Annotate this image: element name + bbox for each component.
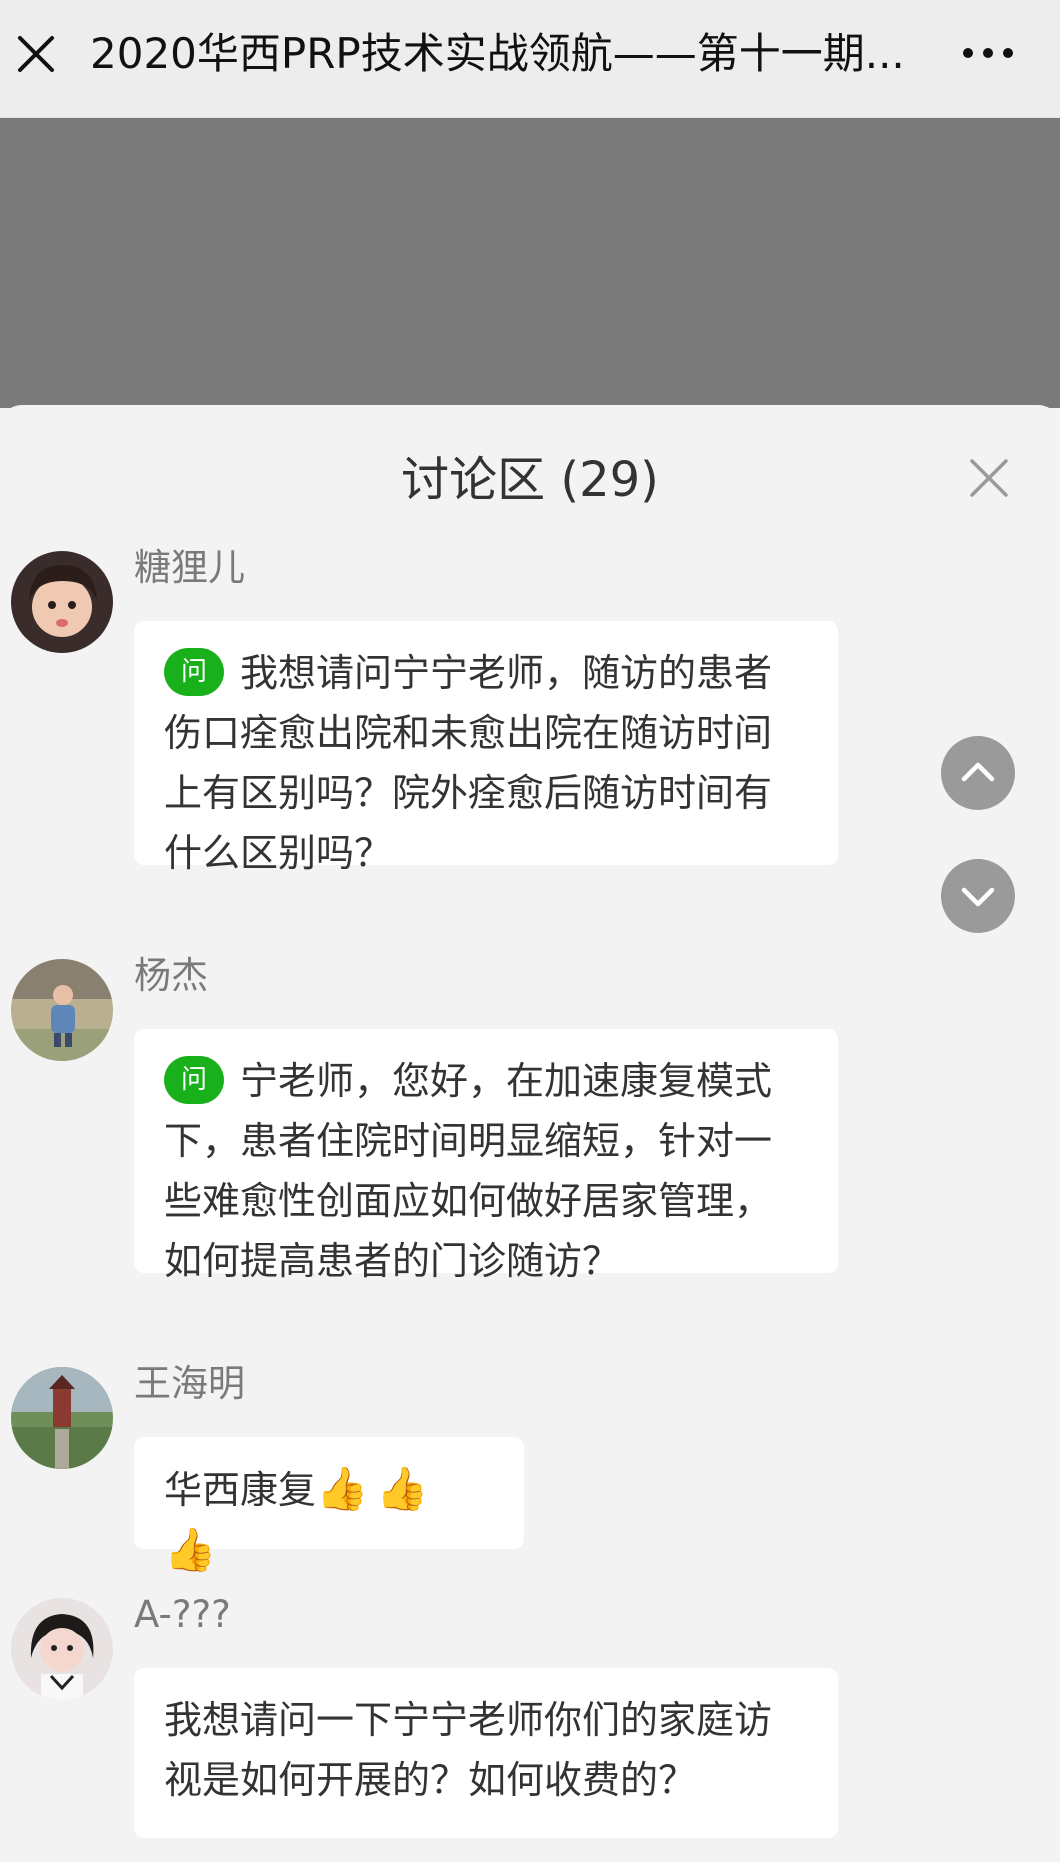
close-icon[interactable] (16, 34, 56, 74)
chevron-up-icon (961, 762, 995, 782)
panel-title: 讨论区 (29) (401, 452, 659, 508)
panel-header: 讨论区 (29) (0, 405, 1060, 545)
username: A-??? (134, 1593, 231, 1636)
question-badge: 问 (164, 648, 224, 696)
comment-text: 我想请问宁宁老师，随访的患者伤口痊愈出院和未愈出院在随访时间上有区别吗？院外痊愈… (164, 651, 773, 875)
avatar[interactable] (11, 959, 113, 1061)
panel-close-icon[interactable] (968, 457, 1010, 499)
avatar[interactable] (11, 1367, 113, 1469)
comment-bubble: 问我想请问宁宁老师，随访的患者伤口痊愈出院和未愈出院在随访时间上有区别吗？院外痊… (134, 621, 838, 875)
username: 杨杰 (134, 954, 208, 997)
comment-bubble: 我想请问一下宁宁老师你们的家庭访视是如何开展的？如何收费的？ (134, 1668, 838, 1838)
question-badge: 问 (164, 1056, 224, 1104)
video-player-area[interactable] (0, 118, 1060, 408)
avatar[interactable] (11, 1598, 113, 1700)
comment-bubble: 问宁老师，您好，在加速康复模式下，患者住院时间明显缩短，针对一些难愈性创面应如何… (134, 1029, 838, 1283)
username: 王海明 (134, 1362, 245, 1405)
comment-text: 我想请问一下宁宁老师你们的家庭访视是如何开展的？如何收费的？ (164, 1698, 773, 1802)
scroll-up-button[interactable] (941, 736, 1015, 810)
page-title: 2020华西PRP技术实战领航——第十一期... (90, 29, 905, 78)
comment-text: 华西康复 (164, 1468, 317, 1512)
comment-text: 宁老师，您好，在加速康复模式下，患者住院时间明显缩短，针对一些难愈性创面应如何做… (164, 1059, 773, 1283)
username: 糖狸儿 (134, 546, 245, 589)
more-dots-icon[interactable] (958, 30, 1018, 76)
comment-bubble: 华西康复👍👍👍 (134, 1437, 524, 1574)
avatar[interactable] (11, 551, 113, 653)
discussion-panel: 讨论区 (29) 糖狸儿 问我想请问宁宁老师，随访的患者伤口痊愈出院和未愈出院在… (0, 405, 1060, 1862)
title-bar: 2020华西PRP技术实战领航——第十一期... (0, 0, 1060, 118)
scroll-down-button[interactable] (941, 859, 1015, 933)
chevron-down-icon (961, 887, 995, 907)
